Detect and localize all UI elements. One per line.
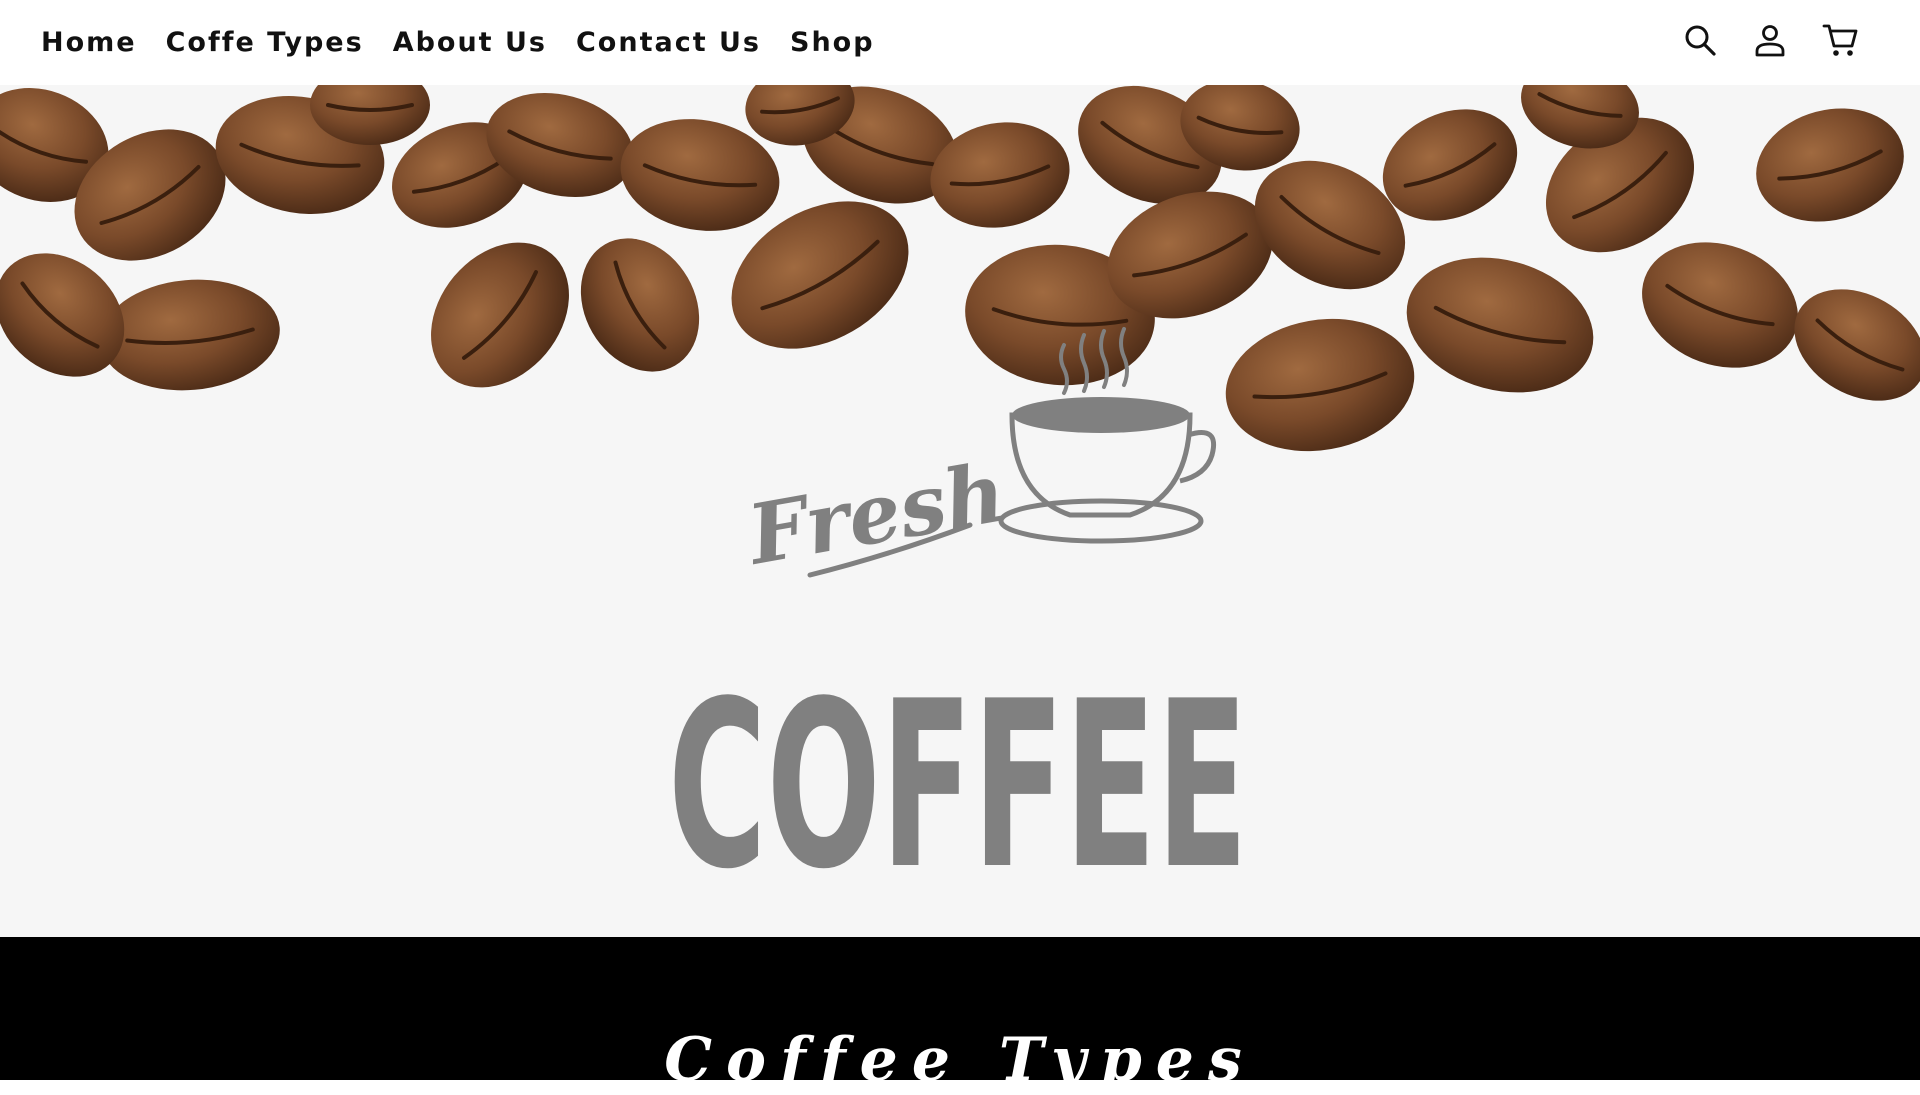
- logo-script-text: Fresh: [740, 444, 1013, 584]
- nav-about-us[interactable]: About Us: [393, 23, 547, 63]
- main-nav: Home Coffe Types About Us Contact Us Sho…: [41, 23, 875, 63]
- section-title: Coffee Types: [664, 1025, 1256, 1095]
- logo-main-text: COFFEE: [668, 653, 1248, 895]
- site-header: Home Coffe Types About Us Contact Us Sho…: [0, 0, 1920, 85]
- hero-banner: Fresh COFFEE: [0, 85, 1920, 937]
- fresh-coffee-logo: Fresh COFFEE: [668, 327, 1248, 895]
- search-icon[interactable]: [1682, 20, 1718, 60]
- nav-shop[interactable]: Shop: [790, 23, 875, 63]
- nav-contact-us[interactable]: Contact Us: [576, 23, 761, 63]
- coffee-types-section: Coffee Types: [0, 937, 1920, 1095]
- coffee-bean: [1642, 242, 1798, 368]
- coffee-bean: [431, 242, 569, 388]
- header-actions: [1682, 20, 1858, 60]
- nav-home[interactable]: Home: [41, 23, 137, 63]
- nav-coffee-types[interactable]: Coffe Types: [166, 23, 364, 63]
- coffee-bean: [1756, 108, 1904, 222]
- coffee-bean: [1406, 257, 1594, 393]
- account-icon[interactable]: [1752, 20, 1788, 60]
- cart-icon[interactable]: [1822, 20, 1858, 60]
- coffee-bean: [1794, 289, 1920, 401]
